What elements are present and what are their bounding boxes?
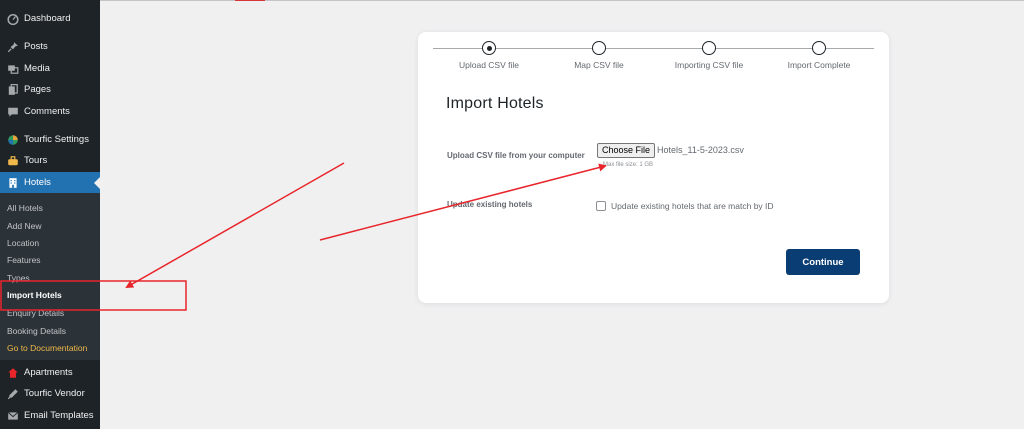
sidebar-item-label: Apartments: [24, 367, 73, 378]
sidebar-item-label: Tours: [24, 155, 48, 166]
sidebar-item-apartments[interactable]: Apartments: [0, 362, 100, 383]
sidebar-item-posts[interactable]: Posts: [0, 36, 100, 57]
sidebar-item-tourfic-vendor[interactable]: Tourfic Vendor: [0, 383, 100, 404]
submenu-types[interactable]: Types: [7, 273, 30, 283]
sidebar-item-label: Email Templates: [24, 410, 94, 421]
submenu-enquiry-details[interactable]: Enquiry Details: [7, 308, 64, 318]
import-card: Upload CSV file Map CSV file Importing C…: [418, 32, 889, 303]
step-import-complete: Import Complete: [764, 41, 874, 70]
media-icon: [6, 62, 19, 75]
continue-button[interactable]: Continue: [786, 249, 860, 275]
submenu-import-hotels[interactable]: Import Hotels: [7, 290, 62, 300]
sidebar-item-tours[interactable]: Tours: [0, 150, 100, 171]
submenu-location[interactable]: Location: [7, 238, 39, 248]
step-label: Import Complete: [787, 60, 851, 70]
sidebar-item-label: Media: [24, 63, 50, 74]
step-current-indicator: [482, 41, 496, 55]
update-existing-label: Update existing hotels: [447, 200, 533, 209]
pin-icon: [6, 40, 19, 53]
hotels-icon: [6, 176, 19, 189]
admin-sidebar: Dashboard Posts Media Pages Comments Tou…: [0, 0, 100, 429]
tours-icon: [6, 154, 19, 167]
submenu-add-new[interactable]: Add New: [7, 221, 42, 231]
sidebar-item-email-templates[interactable]: Email Templates: [0, 405, 100, 426]
step-upload-csv: Upload CSV file: [434, 41, 544, 70]
submenu-go-to-documentation[interactable]: Go to Documentation: [7, 343, 87, 353]
step-map-csv: Map CSV file: [544, 41, 654, 70]
sidebar-item-label: Dashboard: [24, 13, 71, 24]
step-label: Map CSV file: [574, 60, 624, 70]
step-label: Importing CSV file: [674, 60, 744, 70]
selected-file-name: Hotels_11-5-2023.csv: [657, 145, 744, 155]
submenu-booking-details[interactable]: Booking Details: [7, 326, 66, 336]
upload-csv-label: Upload CSV file from your computer: [447, 151, 585, 160]
tourfic-icon: [6, 133, 19, 146]
email-icon: [6, 409, 19, 422]
sidebar-item-dashboard[interactable]: Dashboard: [0, 8, 100, 29]
sidebar-item-label: Tourfic Vendor: [24, 388, 85, 399]
vendor-icon: [6, 387, 19, 400]
sidebar-item-media[interactable]: Media: [0, 58, 100, 79]
dashboard-icon: [6, 12, 19, 25]
sidebar-item-pages[interactable]: Pages: [0, 79, 100, 100]
step-importing-csv: Importing CSV file: [654, 41, 764, 70]
hotels-submenu: All Hotels Add New Location Features Typ…: [0, 193, 100, 360]
choose-file-button[interactable]: Choose File: [597, 143, 656, 158]
step-label: Upload CSV file: [458, 60, 519, 70]
top-border-accent: [235, 0, 265, 1]
sidebar-item-hotels[interactable]: Hotels: [0, 172, 100, 193]
sidebar-item-label: Pages: [24, 84, 51, 95]
pages-icon: [6, 83, 19, 96]
annotation-arrow-sidebar: [125, 162, 345, 288]
update-existing-checkbox[interactable]: [596, 201, 606, 211]
sidebar-item-label: Tourfic Settings: [24, 134, 89, 145]
apartments-icon: [6, 366, 19, 379]
comments-icon: [6, 105, 19, 118]
update-existing-checkbox-label[interactable]: Update existing hotels that are match by…: [611, 201, 774, 211]
max-file-size-note: Max file size: 1 GB: [603, 162, 654, 168]
sidebar-item-label: Hotels: [24, 177, 51, 188]
sidebar-item-tourfic-settings[interactable]: Tourfic Settings: [0, 129, 100, 150]
submenu-all-hotels[interactable]: All Hotels: [7, 203, 43, 213]
submenu-features[interactable]: Features: [7, 255, 41, 265]
step-indicator: [812, 41, 826, 55]
sidebar-item-comments[interactable]: Comments: [0, 101, 100, 122]
step-indicator: [592, 41, 606, 55]
step-indicator: [702, 41, 716, 55]
page-title: Import Hotels: [446, 95, 544, 112]
sidebar-item-label: Posts: [24, 41, 48, 52]
sidebar-item-label: Comments: [24, 106, 70, 117]
